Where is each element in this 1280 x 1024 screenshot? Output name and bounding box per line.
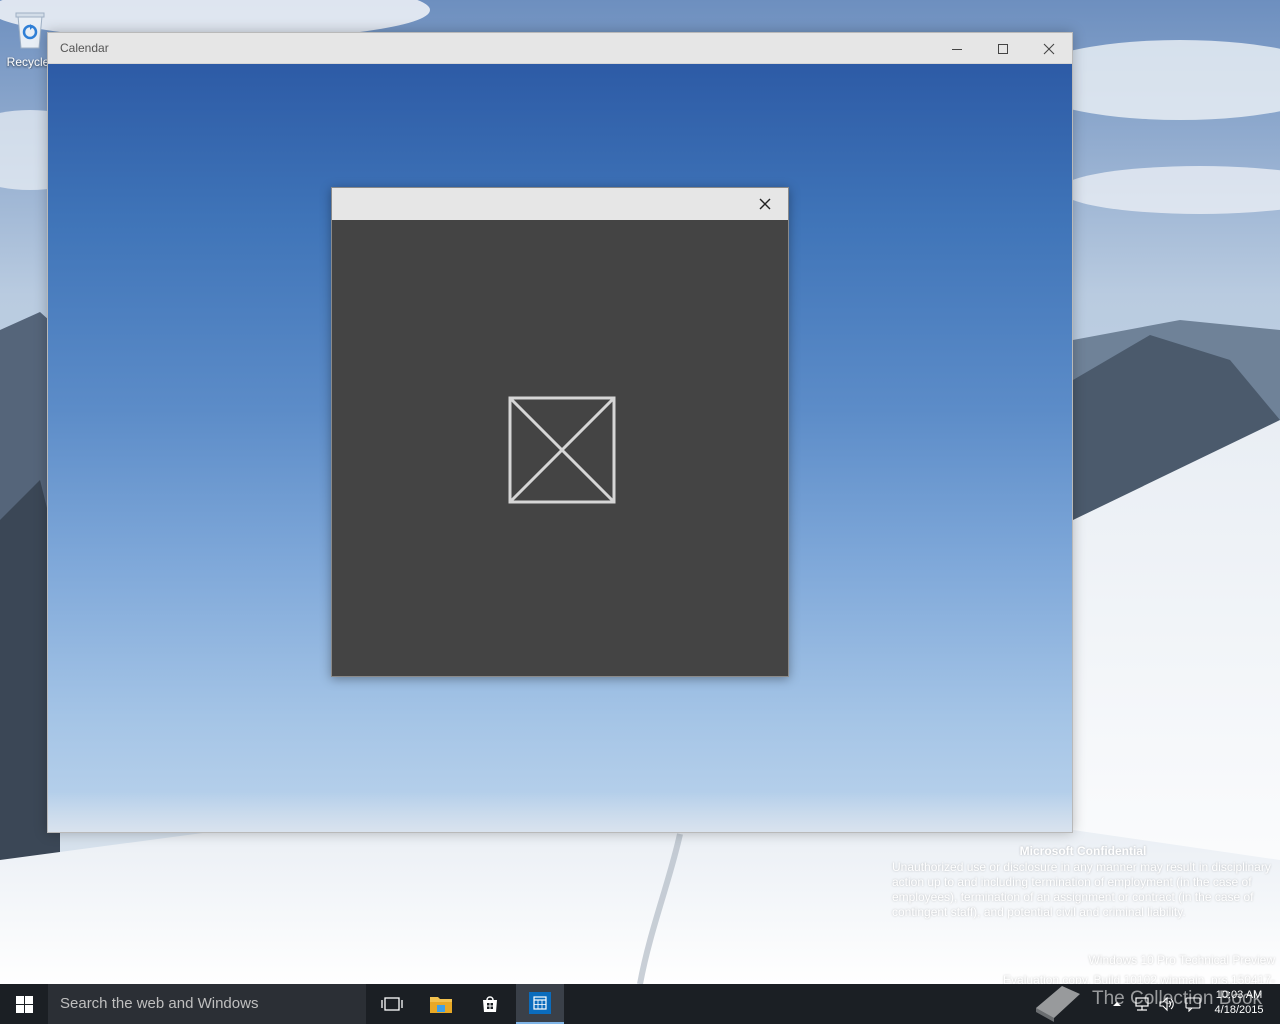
branding-watermark: The Collection Book xyxy=(1030,976,1263,1024)
maximize-button[interactable] xyxy=(980,33,1026,64)
search-box[interactable]: Search the web and Windows xyxy=(48,984,366,1024)
search-placeholder: Search the web and Windows xyxy=(60,995,259,1012)
close-icon xyxy=(759,198,771,210)
broken-image-placeholder-icon xyxy=(508,396,616,504)
edition-text: Windows 10 Pro Technical Preview xyxy=(1088,953,1275,967)
minimize-button[interactable] xyxy=(934,33,980,64)
windows-logo-icon xyxy=(15,995,33,1013)
calendar-taskbar-button[interactable] xyxy=(516,984,564,1024)
dialog-close-button[interactable] xyxy=(750,192,780,216)
minimize-icon xyxy=(952,48,962,50)
close-icon xyxy=(1043,43,1055,54)
task-view-icon xyxy=(381,997,403,1011)
store-bag-icon xyxy=(483,996,497,1012)
watermark-body: Unauthorized use or disclosure in any ma… xyxy=(892,860,1271,919)
window-titlebar[interactable]: Calendar xyxy=(48,33,1072,64)
maximize-icon xyxy=(998,43,1008,54)
folder-icon xyxy=(430,997,452,1013)
recycle-bin-label: Recycle xyxy=(6,55,50,69)
watermark-title: Microsoft Confidential xyxy=(1019,844,1147,858)
book-icon xyxy=(1036,986,1080,1022)
store-button[interactable] xyxy=(466,984,514,1024)
task-view-button[interactable] xyxy=(368,984,416,1024)
branding-text: The Collection Book xyxy=(1092,988,1263,1009)
file-explorer-button[interactable] xyxy=(417,984,465,1024)
dialog-content xyxy=(332,220,788,676)
horizon-haze xyxy=(48,792,1072,832)
dialog-titlebar xyxy=(332,188,788,220)
sign-in-dialog[interactable] xyxy=(331,187,789,677)
window-title: Calendar xyxy=(60,41,109,55)
recycle-bin-icon xyxy=(15,12,45,49)
confidential-watermark: Microsoft Confidential Unauthorized use … xyxy=(892,844,1274,920)
calendar-icon xyxy=(529,992,551,1014)
start-button[interactable] xyxy=(0,984,48,1024)
window-close-button[interactable] xyxy=(1026,33,1072,64)
